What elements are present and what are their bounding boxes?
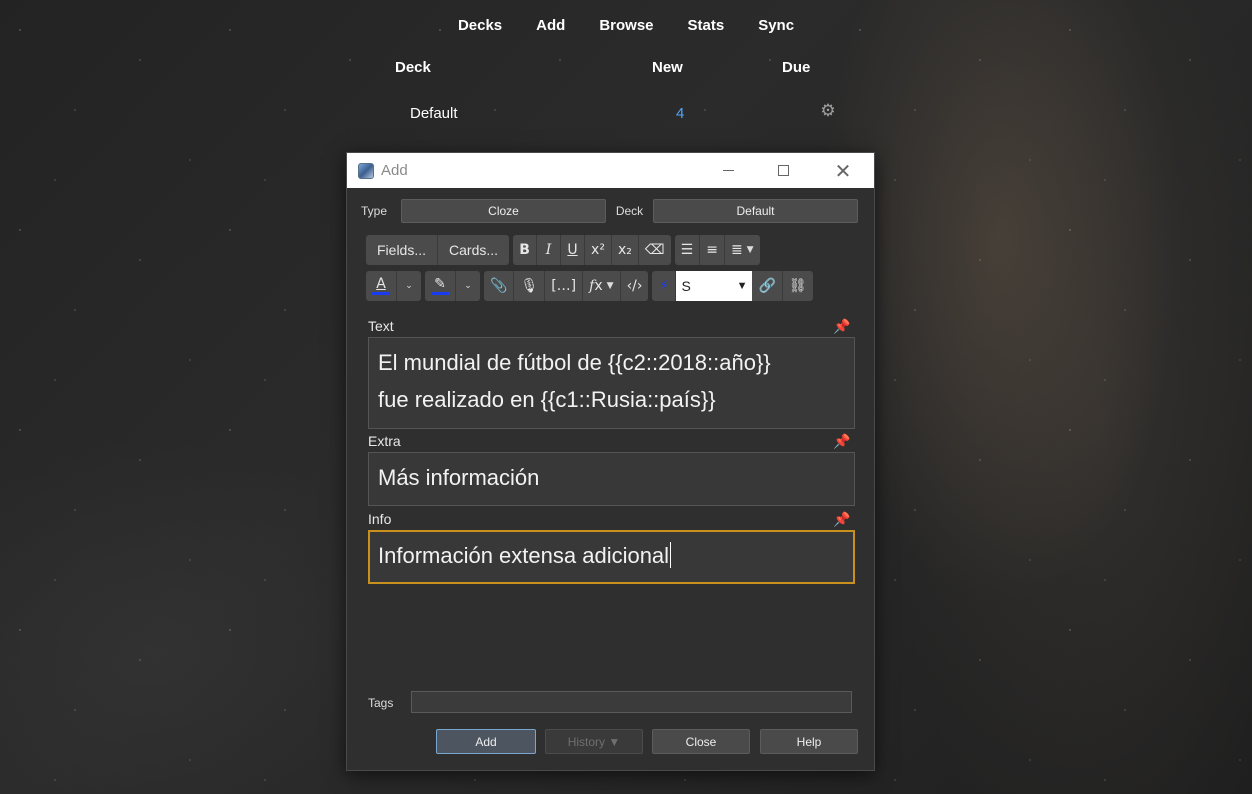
type-label: Type — [361, 204, 388, 218]
font-size-value: S — [681, 278, 691, 294]
nav-sync[interactable]: Sync — [741, 15, 811, 36]
add-dialog: Add ✕ Type Cloze Deck Default Fields... … — [346, 152, 875, 771]
field-label-info: Info — [368, 511, 392, 527]
due-column-header: Due — [782, 59, 811, 76]
history-button[interactable]: History ▼ — [545, 729, 643, 754]
deck-label: Deck — [615, 204, 644, 218]
add-button[interactable]: Add — [436, 729, 536, 754]
text-color-icon[interactable]: A — [366, 271, 397, 301]
gear-icon[interactable]: ⚙ — [819, 102, 837, 120]
editor-toolbar-row-1: Fields... Cards... B I U x² x₂ ⌫ ☰ ≡ ≣ ▼ — [366, 235, 760, 265]
new-column-header: New — [652, 59, 683, 76]
pin-icon[interactable]: 📌 — [833, 318, 850, 335]
font-size-select[interactable]: S ▼ — [676, 271, 753, 301]
editor-toolbar-row-2: A ⌄ ✎ ⌄ 📎 🎙 […] f x ▼ ‹/› ⚡ S ▼ 🔗 ⛓ — [366, 271, 813, 301]
help-button[interactable]: Help — [760, 729, 858, 754]
extra-group: ⚡ S ▼ 🔗 ⛓ — [652, 271, 813, 301]
note-type-button[interactable]: Cloze — [401, 199, 606, 223]
field-info-value: Información extensa adicional — [378, 543, 670, 568]
field-label-text: Text — [368, 318, 394, 334]
maximize-icon — [777, 165, 789, 176]
highlight-icon[interactable]: ✎ — [425, 271, 456, 301]
italic-icon[interactable]: I — [537, 235, 562, 265]
lightning-icon[interactable]: ⚡ — [652, 271, 677, 301]
chevron-down-icon: ▼ — [736, 280, 748, 292]
superscript-icon[interactable]: x² — [585, 235, 612, 265]
bold-icon[interactable]: B — [513, 235, 538, 265]
minimize-button[interactable] — [705, 153, 751, 188]
align-dropdown-icon[interactable]: ≣ ▼ — [725, 235, 760, 265]
formula-dropdown-icon[interactable]: f x ▼ — [583, 271, 621, 301]
text-color-dropdown-icon[interactable]: ⌄ — [397, 271, 421, 301]
field-text-line-1: El mundial de fútbol de {{c2::2018::año}… — [378, 350, 771, 375]
field-extra-editor[interactable]: Más información — [368, 452, 855, 506]
window-close-button[interactable]: ✕ — [820, 153, 866, 188]
cards-button[interactable]: Cards... — [438, 235, 509, 265]
deck-new-count: 4 — [676, 105, 685, 122]
field-text-editor[interactable]: El mundial de fútbol de {{c2::2018::año}… — [368, 337, 855, 429]
format-group: B I U x² x₂ ⌫ — [513, 235, 671, 265]
deck-select-button[interactable]: Default — [653, 199, 858, 223]
pin-icon[interactable]: 📌 — [833, 433, 850, 450]
nav-stats[interactable]: Stats — [671, 15, 742, 36]
dialog-titlebar: Add ✕ — [347, 153, 874, 188]
field-text-line-2: fue realizado en {{c1::Rusia::país}} — [378, 387, 716, 412]
close-button[interactable]: Close — [652, 729, 750, 754]
pin-icon[interactable]: 📌 — [833, 511, 850, 528]
text-color-group: A ⌄ — [366, 271, 421, 301]
numbered-list-icon[interactable]: ≡ — [700, 235, 725, 265]
fields-button[interactable]: Fields... — [366, 235, 439, 265]
maximize-button[interactable] — [760, 153, 806, 188]
microphone-icon[interactable]: 🎙 — [514, 271, 546, 301]
highlight-color-group: ✎ ⌄ — [425, 271, 480, 301]
eraser-icon[interactable]: ⌫ — [639, 235, 671, 265]
tags-input[interactable] — [411, 691, 852, 713]
nav-browse[interactable]: Browse — [582, 15, 670, 36]
field-label-extra: Extra — [368, 433, 401, 449]
fields-cards-group: Fields... Cards... — [366, 235, 510, 265]
minimize-icon — [722, 170, 734, 171]
link-icon[interactable]: 🔗 — [752, 271, 783, 301]
close-icon: ✕ — [834, 158, 852, 183]
list-group: ☰ ≡ ≣ ▼ — [674, 235, 760, 265]
unlink-icon[interactable]: ⛓ — [783, 271, 813, 301]
cloze-icon[interactable]: […] — [545, 271, 584, 301]
main-nav: Decks Add Browse Stats Sync — [0, 15, 1252, 36]
tags-label: Tags — [368, 696, 394, 710]
bullet-list-icon[interactable]: ☰ — [675, 235, 701, 265]
nav-decks[interactable]: Decks — [441, 15, 519, 36]
highlight-dropdown-icon[interactable]: ⌄ — [456, 271, 480, 301]
subscript-icon[interactable]: x₂ — [612, 235, 639, 265]
deck-column-header: Deck — [395, 59, 431, 76]
dialog-title: Add — [381, 162, 408, 179]
attachment-icon[interactable]: 📎 — [484, 271, 515, 301]
field-extra-value: Más información — [378, 465, 540, 490]
field-info-editor[interactable]: Información extensa adicional — [368, 530, 855, 584]
text-cursor — [670, 542, 672, 568]
underline-icon[interactable]: U — [561, 235, 586, 265]
type-deck-row: Type Cloze Deck Default — [361, 199, 858, 223]
deck-name-default[interactable]: Default — [410, 105, 458, 122]
anki-app-icon — [358, 162, 374, 179]
media-group: 📎 🎙 […] f x ▼ ‹/› — [484, 271, 649, 301]
html-editor-icon[interactable]: ‹/› — [621, 271, 649, 301]
nav-add[interactable]: Add — [519, 15, 582, 36]
